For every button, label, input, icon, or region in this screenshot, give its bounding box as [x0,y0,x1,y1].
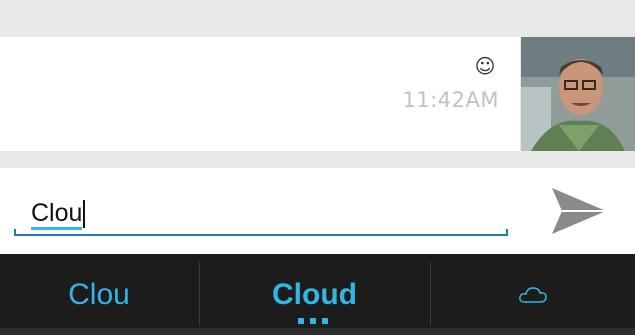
avatar-photo [521,37,635,151]
cloud-icon [519,286,547,303]
top-background [0,0,635,37]
send-icon [552,188,606,234]
smiley-icon: ☺ [474,54,496,78]
more-suggestions-indicator [298,318,328,324]
input-tick-right [506,229,508,236]
composing-word: Clou [31,199,83,230]
text-cursor [83,200,86,229]
message-timestamp: 11:42AM [402,88,499,112]
message-input[interactable]: Clou [14,186,508,246]
message-input-text[interactable]: Clou [31,198,86,230]
keyboard-top-edge [0,328,635,335]
send-button[interactable] [548,184,610,238]
input-tick-left [14,229,16,236]
suggestion-typed[interactable]: Clou [0,254,198,335]
avatar[interactable] [521,37,635,151]
suggestion-emoji[interactable] [431,254,635,335]
input-underline [14,234,508,236]
